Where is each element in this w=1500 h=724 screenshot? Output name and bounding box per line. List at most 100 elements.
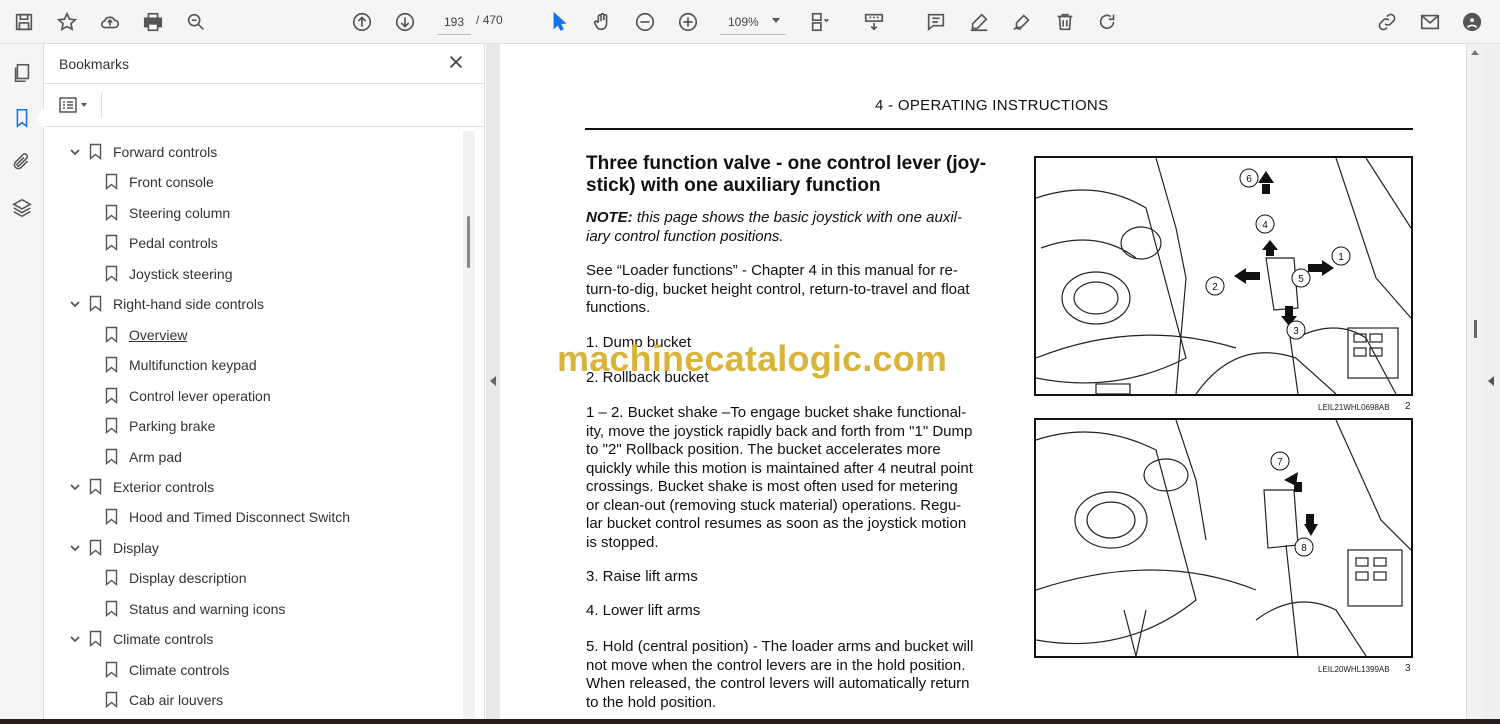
chevron-down-icon[interactable]: [67, 540, 83, 556]
bookmark-icon: [105, 448, 119, 466]
share-link-icon[interactable]: [1373, 8, 1401, 36]
bookmark-item[interactable]: Display description: [105, 566, 247, 590]
expand-arrow-icon[interactable]: [1488, 376, 1494, 386]
previous-page-icon[interactable]: [348, 8, 376, 36]
account-icon[interactable]: [1459, 8, 1487, 36]
document-scrollbar[interactable]: [1466, 44, 1483, 719]
chevron-down-icon[interactable]: [67, 479, 83, 495]
bookmark-label: Control lever operation: [129, 387, 271, 404]
figure-caption: LEIL20WHL1399AB: [1318, 665, 1390, 674]
navigation-rail: [0, 44, 44, 724]
bookmark-item[interactable]: Front console: [105, 170, 214, 194]
bookmark-label: Climate controls: [129, 661, 230, 678]
redo-icon[interactable]: [1094, 8, 1122, 36]
panel-splitter[interactable]: [486, 44, 500, 719]
email-icon[interactable]: [1416, 8, 1444, 36]
bookmark-icon: [105, 356, 119, 374]
bookmark-label: Overview: [129, 326, 188, 343]
bookmarks-panel: Bookmarks Forward controls Front console S…: [45, 44, 485, 719]
select-cursor-icon[interactable]: [545, 8, 573, 36]
scroll-up-icon[interactable]: [1471, 50, 1479, 55]
panel-scrollbar[interactable]: [463, 131, 475, 719]
panel-title: Bookmarks: [59, 56, 130, 72]
bookmark-item[interactable]: Exterior controls: [67, 475, 214, 499]
main-toolbar: 193 / 470 109%: [0, 0, 1500, 44]
page-number-input[interactable]: 193: [437, 9, 471, 35]
joystick-illustration: 6 4 1 2 5 3: [1036, 158, 1411, 394]
chevron-down-icon[interactable]: [67, 631, 83, 647]
hand-tool-icon[interactable]: [588, 8, 616, 36]
figure-auxiliary-positions: 7 8: [1034, 418, 1413, 658]
bookmark-label: Right-hand side controls: [113, 296, 264, 313]
attachments-icon[interactable]: [8, 148, 36, 176]
collapse-arrow-icon[interactable]: [490, 376, 496, 386]
scrollbar-thumb[interactable]: [1474, 320, 1477, 338]
bookmark-icon: [105, 508, 119, 526]
bookmark-item[interactable]: Display: [67, 536, 159, 560]
header-rule: [585, 128, 1413, 130]
star-icon[interactable]: [53, 8, 81, 36]
bookmarks-icon[interactable]: [8, 104, 44, 132]
delete-icon[interactable]: [1051, 8, 1079, 36]
zoom-search-icon[interactable]: [182, 8, 210, 36]
watermark: machinecatalogic.com: [557, 338, 948, 379]
print-icon[interactable]: [139, 8, 167, 36]
item-raise-lift-arms: 3. Raise lift arms: [586, 568, 698, 585]
bookmark-icon: [105, 204, 119, 222]
bookmark-item[interactable]: Parking brake: [105, 414, 215, 438]
bookmark-item[interactable]: Overview: [105, 323, 187, 347]
figure-number: 2: [1405, 401, 1411, 412]
zoom-out-icon[interactable]: [631, 8, 659, 36]
comment-icon[interactable]: [922, 8, 950, 36]
scroll-mode-icon[interactable]: [860, 8, 888, 36]
next-page-icon[interactable]: [391, 8, 419, 36]
layers-icon[interactable]: [8, 194, 36, 222]
bookmark-item[interactable]: Right-hand side controls: [67, 292, 264, 316]
bookmark-icon: [105, 691, 119, 709]
bookmark-label: Joystick steering: [129, 265, 233, 282]
bookmark-item[interactable]: Climate controls: [67, 627, 213, 651]
bookmark-icon: [89, 539, 103, 557]
bookmark-icon: [105, 387, 119, 405]
bookmark-label: Display description: [129, 570, 247, 587]
bookmark-item[interactable]: Control lever operation: [105, 384, 271, 408]
scrollbar-thumb[interactable]: [467, 216, 470, 268]
page-thumbnails-icon[interactable]: [8, 59, 36, 87]
bookmark-item[interactable]: Hood and Timed Disconnect Switch: [105, 505, 350, 529]
bookmark-item[interactable]: Joystick steering: [105, 262, 232, 286]
bookmark-item[interactable]: Arm pad: [105, 445, 182, 469]
divider: [45, 126, 484, 127]
save-icon[interactable]: [10, 8, 38, 36]
close-icon[interactable]: [447, 53, 467, 73]
chevron-down-icon[interactable]: [67, 296, 83, 312]
position-label-5: 5: [1298, 274, 1304, 285]
bookmark-label: Forward controls: [113, 144, 218, 160]
joystick-auxiliary-illustration: 7 8: [1036, 420, 1411, 656]
zoom-level-select[interactable]: 109%: [720, 9, 786, 35]
bookmark-icon: [89, 478, 103, 496]
section-title: Three function valve - one control lever…: [586, 153, 987, 196]
right-panel-toggle[interactable]: [1483, 44, 1500, 719]
bookmark-icon: [105, 417, 119, 435]
divider: [45, 83, 484, 84]
bookmark-item[interactable]: Multifunction keypad: [105, 353, 257, 377]
bookmark-item[interactable]: Pedal controls: [105, 231, 218, 255]
bookmark-item[interactable]: Status and warning icons: [105, 597, 285, 621]
position-label-4: 4: [1262, 220, 1268, 231]
bookmark-item[interactable]: Forward controls: [67, 140, 217, 164]
highlight-pen-icon[interactable]: [965, 8, 993, 36]
bookmark-icon: [105, 234, 119, 252]
figure-caption: LEIL21WHL0698AB: [1318, 403, 1390, 412]
bookmark-label: Status and warning icons: [129, 600, 286, 617]
taskbar-edge: [0, 719, 1500, 724]
page-layout-icon[interactable]: [806, 8, 834, 36]
bookmark-item[interactable]: Cab air louvers: [105, 688, 223, 712]
bookmark-options-button[interactable]: [59, 94, 93, 116]
zoom-in-icon[interactable]: [674, 8, 702, 36]
chevron-down-icon[interactable]: [67, 144, 83, 160]
item-lower-lift-arms: 4. Lower lift arms: [586, 602, 701, 619]
draw-sign-icon[interactable]: [1008, 8, 1036, 36]
bookmark-item[interactable]: Steering column: [105, 201, 230, 225]
cloud-upload-icon[interactable]: [96, 8, 124, 36]
bookmark-item[interactable]: Climate controls: [105, 658, 229, 682]
